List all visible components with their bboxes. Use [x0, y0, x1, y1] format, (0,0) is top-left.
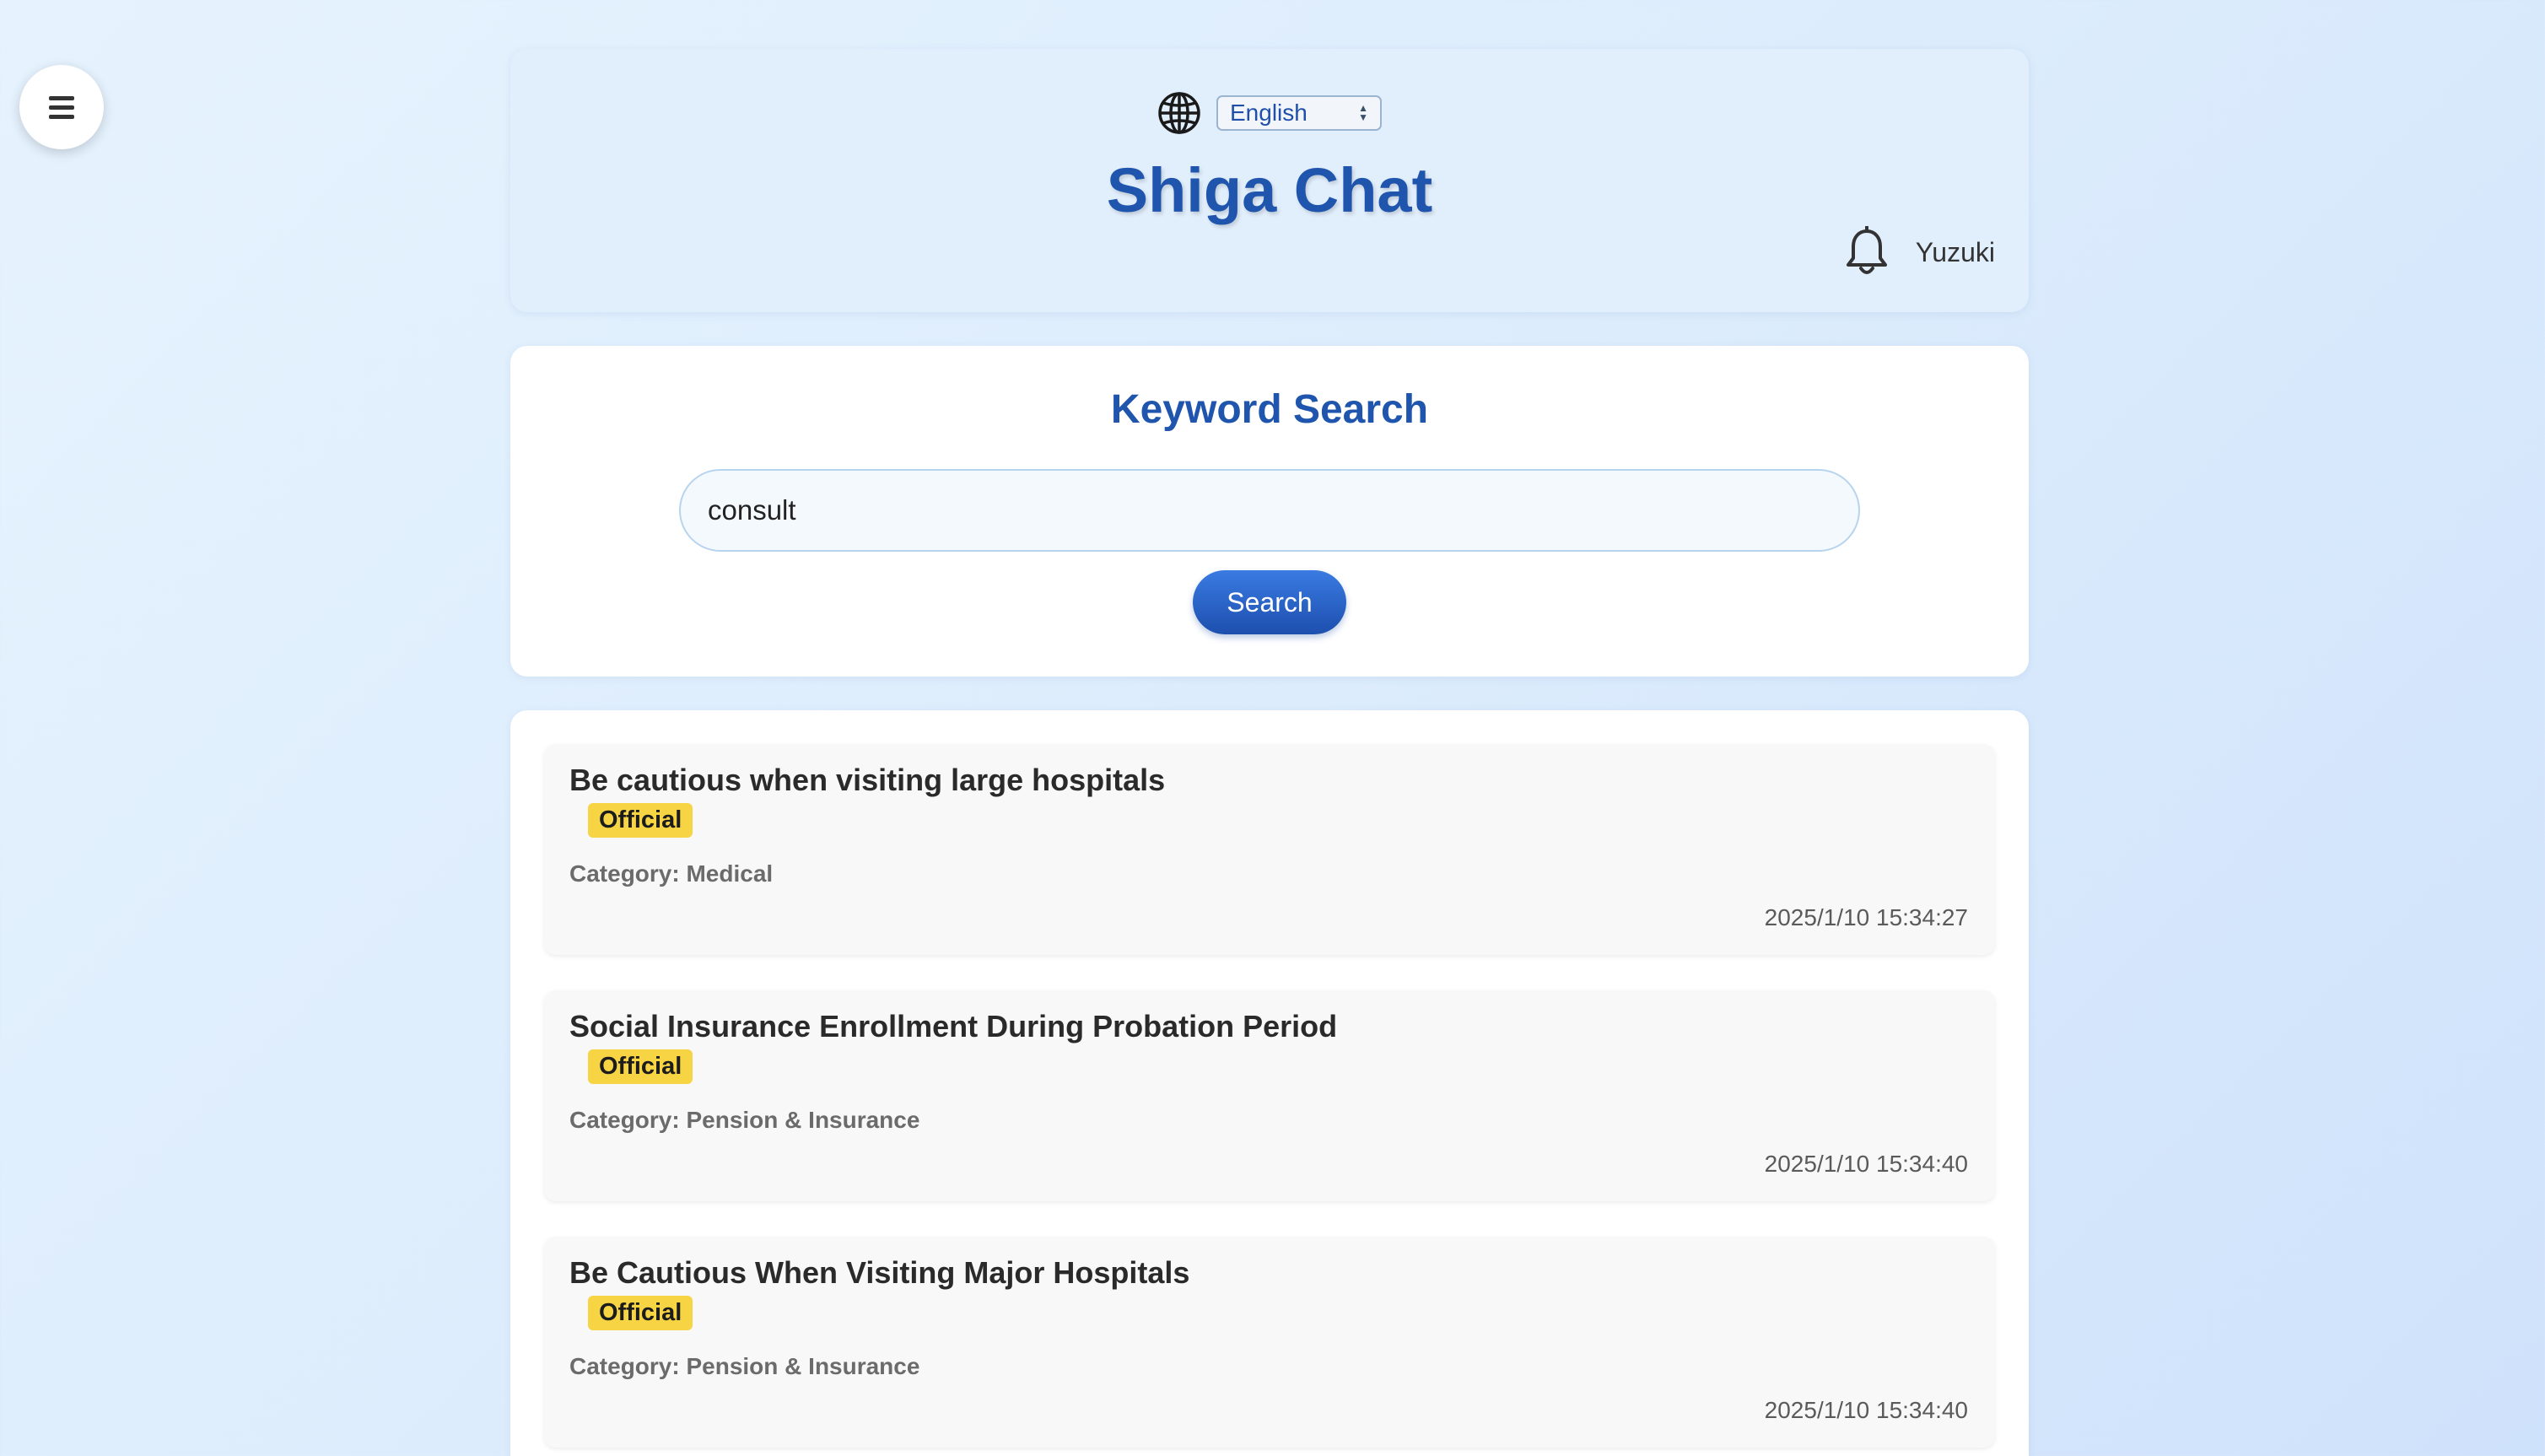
select-arrows-icon: ▲ ▼: [1358, 102, 1368, 123]
result-item[interactable]: Be Cautious When Visiting Major Hospital…: [544, 1237, 1995, 1448]
search-button[interactable]: Search: [1193, 570, 1346, 634]
official-badge: Official: [588, 1296, 693, 1330]
result-category: Category: Pension & Insurance: [569, 1353, 920, 1379]
language-selector-row: English ▲ ▼: [510, 91, 2029, 135]
bell-icon[interactable]: [1843, 226, 1890, 278]
result-date: 2025/1/10 15:34:40: [1764, 1397, 1968, 1423]
app-title: Shiga Chat: [1106, 155, 1433, 225]
hamburger-menu-button[interactable]: [19, 65, 104, 149]
language-select[interactable]: English ▲ ▼: [1216, 95, 1382, 131]
official-badge: Official: [588, 803, 693, 838]
result-title: Be Cautious When Visiting Major Hospital…: [569, 1255, 1190, 1290]
search-title: Keyword Search: [1110, 387, 1429, 432]
username[interactable]: Yuzuki: [1916, 237, 1995, 268]
result-item[interactable]: Social Insurance Enrollment During Proba…: [544, 990, 1995, 1201]
result-category: Category: Medical: [569, 860, 774, 887]
globe-icon: [1158, 92, 1200, 134]
result-item[interactable]: Be cautious when visiting large hospital…: [544, 744, 1995, 955]
user-area: Yuzuki: [1843, 226, 1995, 278]
result-date: 2025/1/10 15:34:27: [1764, 904, 1968, 930]
results-list: Be cautious when visiting large hospital…: [510, 710, 2029, 1456]
hamburger-menu-icon: [49, 95, 74, 119]
official-badge: Official: [588, 1049, 693, 1084]
result-title: Social Insurance Enrollment During Proba…: [569, 1009, 1338, 1043]
search-input[interactable]: [679, 469, 1860, 552]
header-card: English ▲ ▼ Shiga Chat Yuzuki: [510, 49, 2029, 312]
result-category: Category: Pension & Insurance: [569, 1107, 920, 1133]
keyword-search-card: Keyword Search Search: [510, 346, 2029, 677]
result-date: 2025/1/10 15:34:40: [1764, 1151, 1968, 1177]
language-select-value: English: [1230, 100, 1308, 126]
result-title: Be cautious when visiting large hospital…: [569, 763, 1166, 797]
